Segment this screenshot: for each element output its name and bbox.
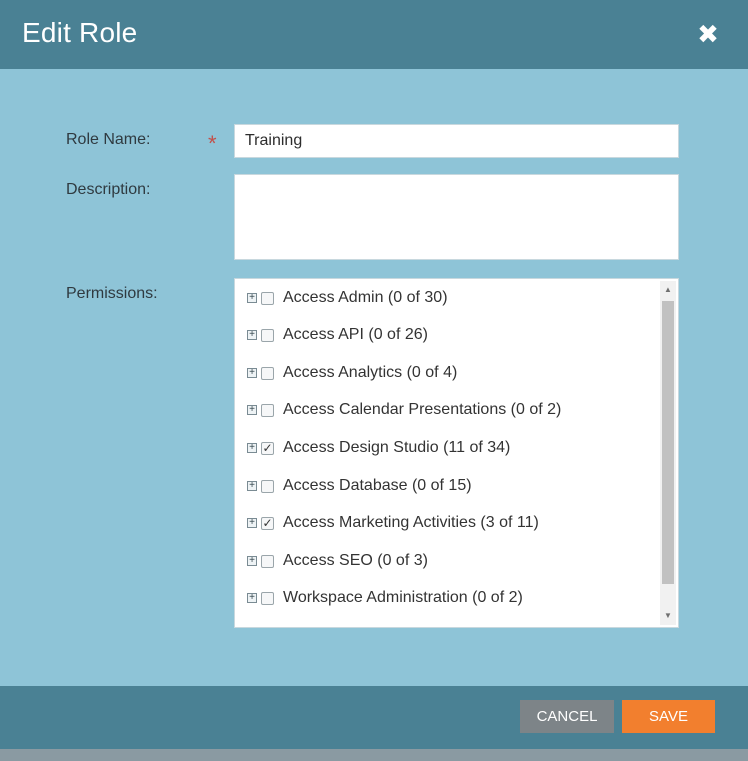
required-asterisk: * [208,131,217,156]
scroll-up-icon[interactable]: ▲ [660,283,676,297]
permission-item-access-design-studio[interactable]: + ✓ Access Design Studio (11 of 34) [247,435,510,461]
dialog-title: Edit Role [22,17,138,48]
checkbox-icon[interactable] [261,403,274,417]
save-button[interactable]: SAVE [622,700,715,733]
permission-label: Access SEO (0 of 3) [283,552,428,569]
expand-plus-icon[interactable]: + [247,368,257,378]
checkbox-icon[interactable]: ✓ [261,441,274,455]
permission-item-access-analytics[interactable]: + Access Analytics (0 of 4) [247,360,457,386]
bottom-divider [0,749,748,761]
permission-item-access-calendar-presentations[interactable]: + Access Calendar Presentations (0 of 2) [247,397,561,423]
expand-plus-icon[interactable]: + [247,556,257,566]
permission-label: Access API (0 of 26) [283,326,428,343]
permission-label: Access Analytics (0 of 4) [283,364,458,381]
close-icon[interactable]: ✖ [696,21,720,47]
checkbox-icon[interactable] [261,366,274,380]
permission-item-access-api[interactable]: + Access API (0 of 26) [247,322,428,348]
permission-item-access-admin[interactable]: + Access Admin (0 of 30) [247,285,448,311]
permission-label: Workspace Administration (0 of 2) [283,589,523,606]
scroll-down-icon[interactable]: ▼ [660,609,676,623]
permission-label: Access Admin (0 of 30) [283,289,448,306]
permission-label: Access Marketing Activities (3 of 11) [283,514,539,531]
expand-plus-icon[interactable]: + [247,443,257,453]
permission-label: Access Design Studio (11 of 34) [283,439,511,456]
role-name-input[interactable] [234,124,679,158]
permission-label: Access Database (0 of 15) [283,477,472,494]
permissions-label: Permissions: [66,285,158,302]
permission-item-access-database[interactable]: + Access Database (0 of 15) [247,473,472,499]
role-name-label: Role Name: [66,131,151,148]
description-label: Description: [66,181,151,198]
permissions-scrollbar[interactable]: ▲ ▼ [660,281,676,625]
scrollbar-thumb[interactable] [662,301,674,584]
cancel-button[interactable]: CANCEL [520,700,614,733]
expand-plus-icon[interactable]: + [247,593,257,603]
permission-item-access-seo[interactable]: + Access SEO (0 of 3) [247,548,428,574]
expand-plus-icon[interactable]: + [247,405,257,415]
expand-plus-icon[interactable]: + [247,293,257,303]
checkbox-icon[interactable] [261,291,274,305]
permission-item-workspace-administration[interactable]: + Workspace Administration (0 of 2) [247,585,523,611]
checkbox-icon[interactable] [261,328,274,342]
permissions-list[interactable]: + Access Admin (0 of 30) + Access API (0… [234,278,679,628]
expand-plus-icon[interactable]: + [247,518,257,528]
checkbox-icon[interactable] [261,554,274,568]
checkbox-icon[interactable]: ✓ [261,516,274,530]
checkbox-icon[interactable] [261,591,274,605]
expand-plus-icon[interactable]: + [247,330,257,340]
permission-label: Access Calendar Presentations (0 of 2) [283,401,562,418]
checkbox-icon[interactable] [261,479,274,493]
permission-item-access-marketing-activities[interactable]: + ✓ Access Marketing Activities (3 of 11… [247,510,539,536]
description-input[interactable] [234,174,679,260]
edit-role-dialog: Edit Role ✖ Role Name: * Description: Pe… [0,0,748,761]
dialog-header: Edit Role ✖ [0,0,748,69]
expand-plus-icon[interactable]: + [247,481,257,491]
